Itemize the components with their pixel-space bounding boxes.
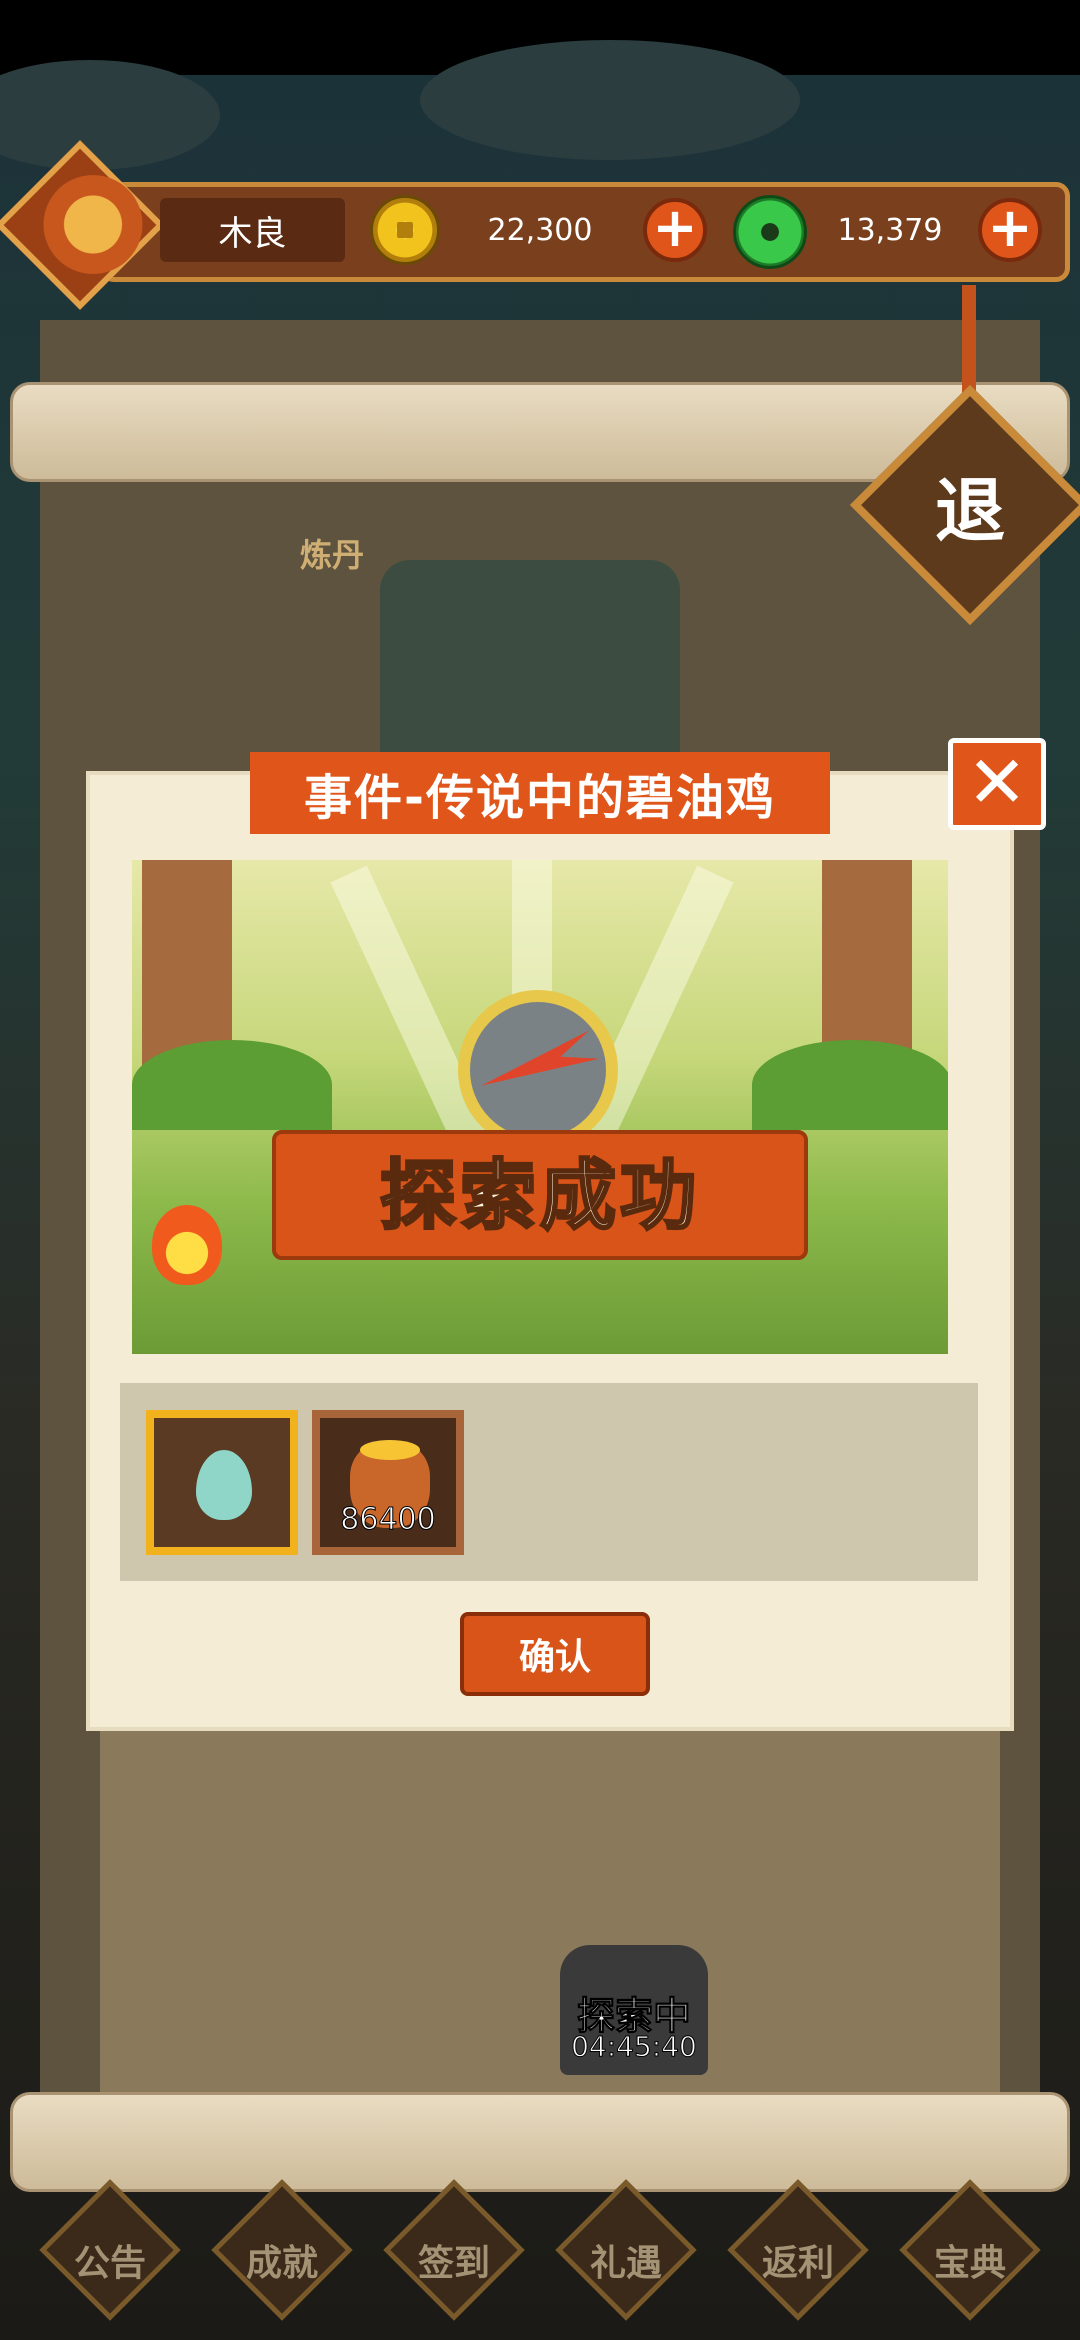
dialog-title: 事件-传说中的碧油鸡 bbox=[250, 752, 830, 834]
gold-amount: 22,300 bbox=[487, 212, 593, 248]
nav-label: 公告 bbox=[73, 2243, 146, 2284]
map-area bbox=[100, 1720, 1000, 2100]
add-jade-button[interactable]: + bbox=[978, 198, 1042, 262]
exit-label[interactable]: 退 bbox=[885, 420, 1055, 590]
jade-amount: 13,379 bbox=[837, 212, 943, 248]
jade-icon bbox=[733, 195, 807, 269]
nav-label: 宝典 bbox=[933, 2243, 1006, 2284]
bush bbox=[752, 1040, 948, 1130]
confirm-button[interactable]: 确认 bbox=[460, 1612, 650, 1696]
nav-label: 礼遇 bbox=[589, 2243, 662, 2284]
cloud bbox=[420, 40, 800, 160]
success-banner-text: 探索成功 bbox=[379, 1150, 700, 1242]
nav-item-gifts[interactable]: 礼遇 bbox=[555, 2179, 697, 2330]
scroll-rod-bottom bbox=[10, 2092, 1070, 2192]
nav-item-achievements[interactable]: 成就 bbox=[211, 2179, 353, 2330]
nav-item-codex[interactable]: 宝典 bbox=[899, 2179, 1041, 2330]
nav-item-announcement[interactable]: 公告 bbox=[39, 2179, 181, 2330]
gold-coin-icon bbox=[370, 195, 440, 265]
nav-label: 返利 bbox=[761, 2243, 834, 2284]
nav-item-checkin[interactable]: 签到 bbox=[383, 2179, 525, 2330]
nav-label: 签到 bbox=[417, 2243, 490, 2284]
avatar[interactable] bbox=[38, 175, 148, 285]
event-illustration: 探索成功 bbox=[132, 860, 948, 1354]
add-gold-button[interactable]: + bbox=[643, 198, 707, 262]
player-name: 木良 bbox=[160, 198, 345, 262]
close-button[interactable]: ✕ bbox=[948, 738, 1046, 830]
reward-count: 86400 bbox=[340, 1502, 436, 1538]
flame-creature-icon bbox=[152, 1205, 222, 1285]
bush bbox=[132, 1040, 332, 1130]
exploring-timer: 04:45:40 bbox=[571, 2030, 698, 2064]
nav-label: 成就 bbox=[245, 2243, 318, 2284]
gold-coins-icon bbox=[360, 1440, 420, 1460]
nav-item-rebate[interactable]: 返利 bbox=[727, 2179, 869, 2330]
alchemy-label: 炼丹 bbox=[300, 536, 365, 574]
